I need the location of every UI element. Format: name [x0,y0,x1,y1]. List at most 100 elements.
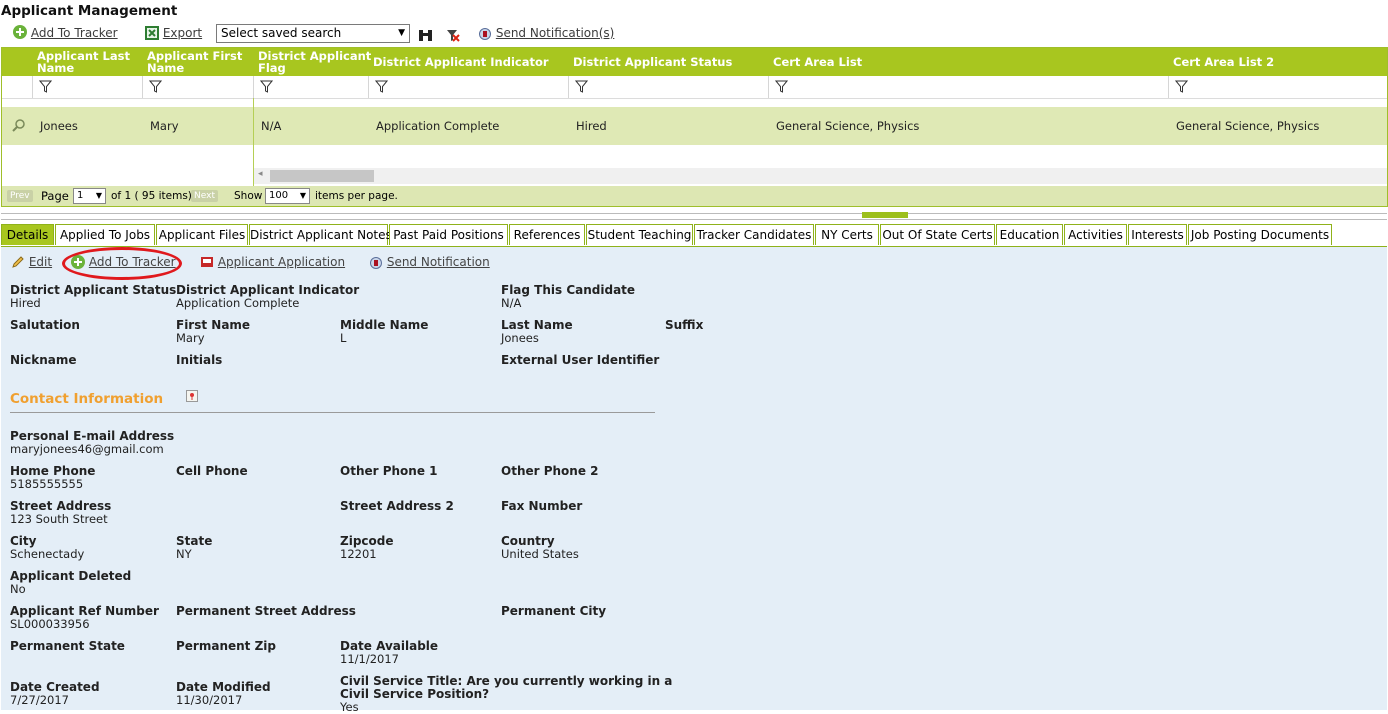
plus-circle-icon [13,25,27,39]
field-label: Permanent Zip [176,639,276,653]
table-row[interactable]: Jonees Mary N/A Application Complete Hir… [2,107,1387,145]
field-value: Application Complete [176,296,300,310]
next-button[interactable]: Next [191,190,218,202]
filter-icon[interactable] [775,80,788,93]
send-notification-action[interactable]: Send Notification [369,255,490,269]
field-value: maryjonees46@gmail.com [10,442,164,456]
filter-cell[interactable] [253,76,369,98]
field-label: Permanent City [501,604,607,618]
tab-details[interactable]: Details [1,224,54,245]
scrollbar-thumb[interactable] [270,170,374,182]
column-header-status[interactable]: District Applicant Status [573,56,732,68]
filter-icon[interactable] [1175,80,1188,93]
binoculars-icon[interactable] [418,28,433,42]
toolbar-add-to-tracker[interactable]: Add To Tracker [13,25,118,40]
send-notification-link[interactable]: Send Notification [387,255,490,269]
filter-cell[interactable] [568,76,769,98]
field-label: Civil Service Position? [340,687,490,701]
notification-icon [370,257,382,269]
page-select[interactable]: 1 ▼ [73,188,106,204]
tab-interests[interactable]: Interests [1128,224,1187,245]
filter-cell[interactable] [768,76,1169,98]
tab-past-paid-positions[interactable]: Past Paid Positions [389,224,508,245]
dropdown-arrow-icon: ▼ [95,191,102,200]
add-to-tracker-link[interactable]: Add To Tracker [31,26,118,40]
applicant-application-link[interactable]: Applicant Application [218,255,345,269]
saved-search-select[interactable]: Select saved search ▼ [216,24,410,43]
pager: Prev Page 1 ▼ of 1 ( 95 items) Next Show … [2,186,1387,206]
filter-icon[interactable] [149,80,162,93]
field-value: No [10,582,26,596]
field-value: Mary [176,331,205,345]
tab-education[interactable]: Education [996,224,1063,245]
cell-cert-area: General Science, Physics [776,119,920,133]
send-notifications-link[interactable]: Send Notification(s) [496,26,615,40]
toolbar-export[interactable]: Export [145,26,202,40]
tab-applicant-files[interactable]: Applicant Files [156,224,248,245]
horizontal-scrollbar[interactable]: ◂ [254,168,1387,184]
pdf-icon [201,257,213,267]
filter-cell[interactable] [142,76,253,98]
page-size-select[interactable]: 100 ▼ [265,188,310,204]
filter-icon[interactable] [375,80,388,93]
notification-icon [479,28,491,40]
column-header-cert-area[interactable]: Cert Area List [773,56,862,68]
filter-icon[interactable] [39,80,52,93]
field-label: Fax Number [501,499,583,513]
section-title-contact: Contact Information [10,391,164,407]
splitter-grip[interactable] [862,212,908,218]
field-label: Applicant Deleted [10,569,132,583]
edit-action[interactable]: Edit [11,255,52,269]
tab-tracker-candidates[interactable]: Tracker Candidates [694,224,814,245]
excel-icon [145,26,159,40]
pencil-icon [12,256,24,268]
filter-cell[interactable] [1168,76,1387,98]
page-title: Applicant Management [1,3,178,19]
field-value: 12201 [340,547,377,561]
field-label: External User Identifier [501,353,660,367]
pane-splitter[interactable] [1,212,1387,220]
field-label: Salutation [10,318,80,332]
highlight-circle [62,247,182,280]
edit-link[interactable]: Edit [29,255,52,269]
export-link[interactable]: Export [163,26,202,40]
tab-job-posting-documents[interactable]: Job Posting Documents [1188,224,1332,245]
tab-activities[interactable]: Activities [1064,224,1127,245]
column-header-indicator[interactable]: District Applicant Indicator [373,56,549,68]
clear-filter-icon[interactable] [446,29,460,42]
tab-district-applicant-notes[interactable]: District Applicant Notes [249,224,392,245]
applicant-application-action[interactable]: Applicant Application [200,255,345,269]
field-value: Jonees [501,331,539,345]
column-header-last-name[interactable]: Applicant Last Name [37,50,130,74]
field-value: N/A [501,296,522,310]
tab-references[interactable]: References [509,224,585,245]
scroll-left-icon[interactable]: ◂ [258,169,263,179]
column-header-cert-area-2[interactable]: Cert Area List 2 [1173,56,1274,68]
prev-button[interactable]: Prev [7,190,33,202]
toolbar-send-notifications[interactable]: Send Notification(s) [478,26,614,40]
magnifier-icon[interactable] [12,118,26,132]
filter-cell[interactable] [368,76,569,98]
map-icon[interactable] [186,390,198,402]
filter-icon[interactable] [575,80,588,93]
field-label: Middle Name [340,318,429,332]
tab-out-of-state-certs[interactable]: Out Of State Certs [880,224,995,245]
filter-cell[interactable] [32,76,143,98]
field-value: 123 South Street [10,512,108,526]
filter-row [2,76,1387,99]
field-label: Nickname [10,353,77,367]
field-label: Other Phone 1 [340,464,438,478]
tab-ny-certs[interactable]: NY Certs [815,224,879,245]
field-value: L [340,331,347,345]
column-header-first-name[interactable]: Applicant First Name [147,50,242,74]
field-value: 11/30/2017 [176,693,243,707]
filter-icon[interactable] [260,80,273,93]
column-header-flag[interactable]: District Applicant Flag [258,50,371,74]
page-label: Page [41,189,69,203]
page-count: of 1 ( 95 items) [111,190,192,202]
field-label: Flag This Candidate [501,283,636,297]
field-label: Suffix [665,318,704,332]
field-value: 11/1/2017 [340,652,399,666]
tab-student-teaching[interactable]: Student Teaching [586,224,693,245]
tab-applied-to-jobs[interactable]: Applied To Jobs [55,224,155,245]
